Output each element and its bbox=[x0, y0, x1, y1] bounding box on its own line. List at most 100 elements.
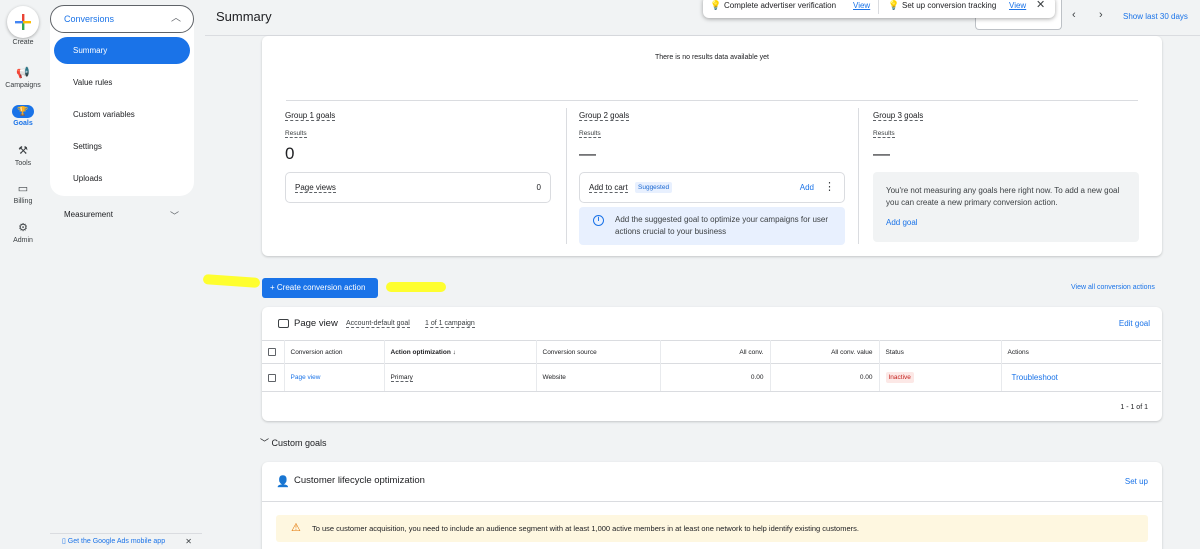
account-default-goal-label[interactable]: Account-default goal bbox=[346, 320, 410, 328]
page-title: Summary bbox=[216, 9, 272, 24]
campaign-count-label[interactable]: 1 of 1 campaign bbox=[425, 320, 475, 328]
rail-item-campaigns[interactable]: 📢 Campaigns bbox=[0, 66, 46, 89]
edit-goal-button[interactable]: Edit goal bbox=[1119, 319, 1150, 328]
warning-icon: ⚠ bbox=[291, 522, 301, 534]
create-conversion-action-button[interactable]: + Create conversion action bbox=[262, 278, 378, 298]
custom-goals-toggle[interactable]: ﹀ Custom goals bbox=[260, 436, 327, 449]
megaphone-icon: 📢 bbox=[16, 67, 30, 79]
close-icon[interactable]: ✕ bbox=[185, 534, 192, 549]
warning-banner: ⚠ To use customer acquisition, you need … bbox=[276, 515, 1148, 542]
rail-item-label: Campaigns bbox=[5, 82, 41, 89]
results-label: Results bbox=[579, 130, 601, 138]
create-button[interactable] bbox=[7, 6, 39, 38]
column-header[interactable]: Conversion source bbox=[536, 340, 661, 364]
row-select-cell bbox=[262, 363, 285, 392]
rail-item-label: Billing bbox=[13, 198, 33, 205]
more-vert-icon[interactable]: ⋮ bbox=[824, 180, 835, 193]
plus-icon bbox=[15, 14, 31, 30]
notification-text: Complete advertiser verification bbox=[724, 1, 837, 10]
chevron-down-icon[interactable]: ﹀ bbox=[170, 209, 179, 222]
mobile-app-promo[interactable]: ▯ Get the Google Ads mobile app ✕ bbox=[50, 533, 202, 549]
column-header[interactable]: All conv. bbox=[660, 340, 771, 364]
column-header[interactable]: All conv. value bbox=[770, 340, 880, 364]
add-goal-link[interactable]: Add goal bbox=[886, 217, 918, 229]
set-up-button[interactable]: Set up bbox=[1125, 477, 1148, 486]
status-cell: Inactive bbox=[879, 363, 1002, 392]
table-header-row: Conversion action Action optimization ↓ … bbox=[262, 340, 1161, 364]
all-conv-cell: 0.00 bbox=[660, 363, 771, 392]
table-row: Page view Primary Website 0.00 0.00 Inac… bbox=[262, 363, 1161, 392]
rail-item-billing[interactable]: ▭ Billing bbox=[0, 182, 46, 205]
select-all-checkbox[interactable] bbox=[268, 348, 276, 356]
goal-row-add-to-cart[interactable]: Add to cart Suggested Add ⋮ bbox=[579, 172, 845, 203]
credit-card-icon: ▭ bbox=[17, 183, 29, 195]
previous-period-icon[interactable]: ‹ bbox=[1072, 9, 1076, 21]
notification-bar: 💡 Complete advertiser verification View … bbox=[703, 0, 1055, 18]
goal-name: Page views bbox=[295, 183, 336, 193]
notification-text: Set up conversion tracking bbox=[902, 1, 997, 10]
page-view-icon bbox=[278, 319, 289, 328]
nav-section-measurement[interactable]: Measurement bbox=[64, 210, 113, 219]
customer-lifecycle-card: 👤 Customer lifecycle optimization Set up… bbox=[262, 462, 1162, 549]
rail-item-label: Goals bbox=[13, 120, 33, 127]
column-header[interactable]: Status bbox=[879, 340, 1002, 364]
trophy-icon: 🏆 bbox=[12, 105, 34, 118]
group-3-title: Group 3 goals bbox=[873, 111, 924, 121]
group-2-title: Group 2 goals bbox=[579, 111, 630, 121]
status-badge: Inactive bbox=[885, 372, 914, 383]
group-2-results: — bbox=[579, 144, 596, 163]
rail-item-admin[interactable]: ⚙ Admin bbox=[0, 221, 46, 244]
view-all-conversion-actions-link[interactable]: View all conversion actions bbox=[1071, 284, 1155, 291]
rail-item-tools[interactable]: ⚒ Tools bbox=[0, 144, 46, 167]
divider bbox=[286, 100, 1138, 101]
divider bbox=[858, 108, 859, 244]
show-last-30-days-link[interactable]: Show last 30 days bbox=[1123, 12, 1188, 21]
view-verification-link[interactable]: View bbox=[853, 1, 870, 10]
nav-section-label: Conversions bbox=[64, 14, 115, 24]
no-results-message: There is no results data available yet bbox=[654, 54, 769, 61]
column-header[interactable]: Action optimization ↓ bbox=[384, 340, 537, 364]
add-goal-button[interactable]: Add bbox=[800, 183, 814, 192]
group-1-results: 0 bbox=[285, 144, 295, 163]
warning-text: To use customer acquisition, you need to… bbox=[312, 524, 859, 533]
nav-item-custom-variables[interactable]: Custom variables bbox=[54, 101, 190, 128]
conversion-action-link[interactable]: Page view bbox=[291, 374, 321, 381]
results-label: Results bbox=[285, 130, 307, 138]
suggestion-info-box: i Add the suggested goal to optimize you… bbox=[579, 207, 845, 245]
goal-name: Add to cart bbox=[589, 183, 628, 193]
optimization-cell: Primary bbox=[384, 363, 537, 392]
lightbulb-icon: 💡 bbox=[888, 0, 900, 10]
gear-icon: ⚙ bbox=[18, 222, 28, 234]
divider bbox=[878, 0, 879, 14]
close-icon[interactable]: ✕ bbox=[1036, 0, 1045, 11]
nav-item-summary[interactable]: Summary bbox=[54, 37, 190, 64]
info-icon: i bbox=[593, 215, 604, 226]
actions-cell: Troubleshoot bbox=[1001, 363, 1161, 392]
troubleshoot-link[interactable]: Troubleshoot bbox=[1012, 373, 1058, 382]
nav-item-uploads[interactable]: Uploads bbox=[54, 165, 190, 192]
create-label: Create bbox=[12, 39, 34, 46]
conversion-actions-table: Conversion action Action optimization ↓ … bbox=[262, 340, 1161, 392]
view-tracking-link[interactable]: View bbox=[1009, 1, 1026, 10]
source-cell: Website bbox=[536, 363, 661, 392]
tools-icon: ⚒ bbox=[18, 145, 28, 157]
chevron-up-icon: ︿ bbox=[171, 13, 181, 24]
no-goals-message: You're not measuring any goals here righ… bbox=[886, 186, 1120, 207]
lifecycle-title: Customer lifecycle optimization bbox=[294, 475, 425, 486]
nav-item-settings[interactable]: Settings bbox=[54, 133, 190, 160]
all-conv-value-cell: 0.00 bbox=[770, 363, 880, 392]
column-header[interactable]: Conversion action bbox=[284, 340, 385, 364]
rail-item-goals[interactable]: 🏆 Goals bbox=[0, 105, 46, 127]
next-period-icon[interactable]: › bbox=[1099, 9, 1103, 21]
goals-summary-card: There is no results data available yet G… bbox=[262, 36, 1162, 256]
suggested-badge: Suggested bbox=[635, 182, 673, 193]
results-label: Results bbox=[873, 130, 895, 138]
optimization-value[interactable]: Primary bbox=[390, 374, 413, 382]
row-checkbox[interactable] bbox=[268, 373, 276, 382]
lightbulb-icon: 💡 bbox=[710, 0, 722, 10]
nav-item-value-rules[interactable]: Value rules bbox=[54, 69, 190, 96]
divider bbox=[566, 108, 567, 244]
goal-row-page-views[interactable]: Page views 0 bbox=[285, 172, 551, 203]
nav-section-conversions[interactable]: Conversions ︿ bbox=[50, 5, 194, 33]
suggestion-text: Add the suggested goal to optimize your … bbox=[615, 215, 829, 236]
